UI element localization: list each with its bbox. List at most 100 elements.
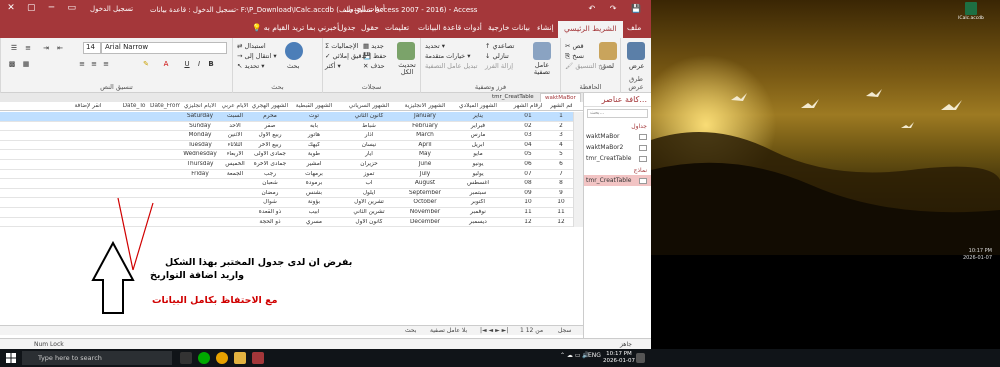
table-cell[interactable]: August xyxy=(400,180,450,188)
signin-link[interactable]: تسجيل الدخول xyxy=(90,5,133,13)
row-selector[interactable] xyxy=(573,150,583,160)
copy-button[interactable]: ⎘ نسخ xyxy=(565,52,584,61)
record-search[interactable]: بحث xyxy=(405,327,416,334)
table-cell[interactable]: تشرين الأول xyxy=(340,199,398,207)
table-cell[interactable]: برمهات xyxy=(290,171,338,179)
table-row[interactable]: 10 10 أكتوبر October تشرين الأول بؤونة شوال xyxy=(0,198,583,208)
table-cell[interactable]: February xyxy=(400,123,450,131)
quick-access-toolbar[interactable]: ↶ ↷ 💾 xyxy=(589,4,647,13)
selection-button[interactable]: تحديد ▾ xyxy=(425,42,445,50)
table-cell[interactable]: سبتمبر xyxy=(450,190,506,198)
row-selector[interactable] xyxy=(573,179,583,189)
tell-me-box[interactable]: 💡 أخبرني بما تريد القيام به xyxy=(252,23,339,32)
table-cell[interactable]: Friday xyxy=(180,171,220,179)
table-cell[interactable]: هاتور xyxy=(290,132,338,140)
nav-item-table[interactable]: waktMaBor2 xyxy=(584,142,651,153)
table-cell[interactable]: أبيب xyxy=(290,209,338,217)
table-cell[interactable] xyxy=(150,209,180,217)
table-cell[interactable]: 9 xyxy=(550,190,572,198)
table-cell[interactable]: تموز xyxy=(340,171,398,179)
table-cell[interactable]: 5 xyxy=(550,151,572,159)
row-selector[interactable] xyxy=(573,208,583,218)
table-cell[interactable]: 1 xyxy=(550,113,572,121)
table-cell[interactable]: Thursday xyxy=(180,161,220,169)
table-cell[interactable]: أيار xyxy=(340,151,398,159)
table-cell[interactable] xyxy=(118,151,150,159)
nav-item-table[interactable]: tmr_CreatTable xyxy=(584,153,651,164)
table-cell[interactable]: تشرين الثاني xyxy=(340,209,398,217)
table-row[interactable]: 7 07 يوليو July تموز برمهات رجب الجمعة Friday xyxy=(0,169,583,180)
align-right-icon[interactable]: ≡ xyxy=(101,59,111,69)
table-cell[interactable]: السبت xyxy=(220,113,250,121)
delete-record-button[interactable]: ✕ حذف xyxy=(363,62,385,70)
table-cell[interactable]: 01 xyxy=(508,113,548,121)
table-cell[interactable] xyxy=(150,190,180,198)
table-cell[interactable]: برمودة xyxy=(290,180,338,188)
column-header[interactable]: الشهور الهجري xyxy=(250,103,290,111)
nav-section-forms[interactable]: نماذج xyxy=(584,164,651,175)
table-cell[interactable] xyxy=(118,123,150,131)
goto-button[interactable]: → انتقال إلى ▾ xyxy=(237,52,277,60)
nav-item-form[interactable]: tmr_CreatTable xyxy=(584,175,651,186)
highlight-icon[interactable]: ✎ xyxy=(141,59,151,69)
tab-help[interactable]: تعليمات xyxy=(385,23,409,32)
row-selector[interactable] xyxy=(573,112,583,122)
table-cell[interactable]: 10 xyxy=(508,199,548,207)
table-cell[interactable]: كانون الثاني xyxy=(340,113,398,121)
view-icon[interactable] xyxy=(627,42,645,60)
table-cell[interactable]: January xyxy=(400,113,450,121)
table-cell[interactable] xyxy=(150,142,180,150)
table-cell[interactable]: April xyxy=(400,142,450,150)
table-cell[interactable]: Saturday xyxy=(180,113,220,121)
table-cell[interactable]: يوليو xyxy=(450,171,506,179)
table-cell[interactable]: 7 xyxy=(550,171,572,179)
refresh-all-button[interactable]: تحديث الكل xyxy=(395,62,419,76)
table-cell[interactable] xyxy=(118,180,150,188)
table-cell[interactable]: بشنس xyxy=(290,190,338,198)
row-selector[interactable] xyxy=(573,131,583,141)
descending-button[interactable]: ↓ تنازلي xyxy=(485,52,509,60)
nav-pane-search[interactable]: بحث... xyxy=(587,109,648,118)
table-cell[interactable] xyxy=(150,132,180,140)
table-cell[interactable]: شباط xyxy=(340,123,398,131)
table-cell[interactable]: آذار xyxy=(340,132,398,140)
select-button[interactable]: ↖ تحديد ▾ xyxy=(237,62,265,70)
table-cell[interactable]: أبريل xyxy=(450,142,506,150)
minimize-icon[interactable]: ─ xyxy=(44,3,58,13)
column-header[interactable]: الشهور الانجليزية xyxy=(400,103,450,111)
table-cell[interactable]: كيهك xyxy=(290,142,338,150)
table-row[interactable]: 1 01 يناير January كانون الثاني توت محرم السبت S… xyxy=(0,112,583,122)
remove-sort-button[interactable]: إزالة الفرز xyxy=(485,62,513,70)
desktop-icon-file[interactable]: ICalc.accdb xyxy=(951,2,991,21)
tab-create[interactable]: إنشاء xyxy=(537,23,554,32)
column-header[interactable]: ارقام الشهر xyxy=(508,103,548,111)
table-cell[interactable]: Monday xyxy=(180,132,220,140)
table-cell[interactable]: 07 xyxy=(508,171,548,179)
table-cell[interactable]: Wednesday xyxy=(180,151,220,159)
table-cell[interactable] xyxy=(220,190,250,198)
access-taskbar-icon[interactable] xyxy=(252,352,264,364)
table-cell[interactable] xyxy=(180,180,220,188)
table-row[interactable]: 11 11 نوفمبر November تشرين الثاني أبيب ذو الق… xyxy=(0,208,583,218)
font-size-select[interactable]: 14 xyxy=(83,42,101,54)
find-icon[interactable] xyxy=(285,42,303,60)
table-cell[interactable]: يناير xyxy=(450,113,506,121)
table-cell[interactable]: جمادى الأولى xyxy=(250,151,290,159)
table-row[interactable]: 12 12 ديسمبر December كانون الأول مسري ذو الحج… xyxy=(0,217,583,228)
table-cell[interactable] xyxy=(150,180,180,188)
advanced-button[interactable]: خيارات متقدمة ▾ xyxy=(425,52,471,60)
table-cell[interactable]: محرم xyxy=(250,113,290,121)
table-cell[interactable]: شوال xyxy=(250,199,290,207)
table-row[interactable]: 5 05 مايو May أيار طوبة جمادى الأولى الأربعاء We… xyxy=(0,150,583,160)
cut-button[interactable]: ✂ قص xyxy=(565,42,584,50)
table-cell[interactable]: 6 xyxy=(550,161,572,169)
doc-tab-creattable[interactable]: tmr_CreatTable xyxy=(488,93,538,102)
table-cell[interactable]: بابه xyxy=(290,123,338,131)
underline-icon[interactable]: U xyxy=(182,59,192,69)
language-indicator[interactable]: ENG xyxy=(588,352,601,359)
table-cell[interactable]: 11 xyxy=(508,209,548,217)
column-header[interactable]: انقر لإضافة xyxy=(60,103,116,111)
table-cell[interactable]: مايو xyxy=(450,151,506,159)
find-button[interactable]: بحث xyxy=(287,62,299,70)
table-row[interactable]: 3 03 مارس March آذار هاتور ربيع الأول الاثنين Mo… xyxy=(0,131,583,141)
